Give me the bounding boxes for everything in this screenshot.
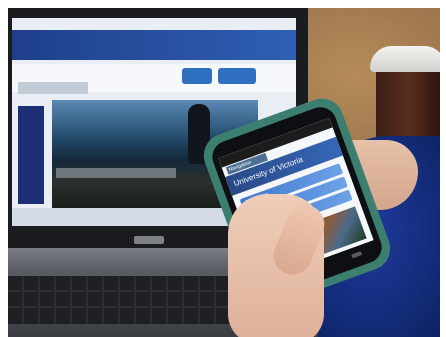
photo: Navigation University of Victoria Naviga… bbox=[8, 8, 440, 337]
coffee-cup-lid bbox=[370, 46, 440, 72]
hero-caption bbox=[56, 168, 176, 178]
website-header-bar bbox=[12, 30, 296, 60]
laptop-logo bbox=[134, 236, 164, 244]
website-button bbox=[218, 68, 256, 84]
website-button bbox=[182, 68, 212, 84]
website-heading bbox=[18, 82, 88, 94]
website-left-panel bbox=[18, 106, 44, 204]
